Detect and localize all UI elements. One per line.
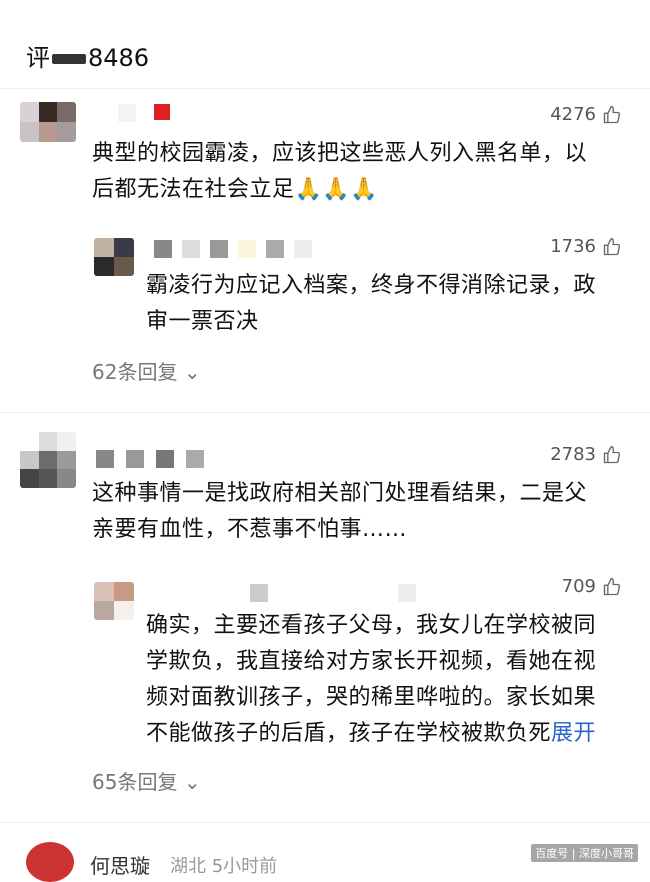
comment-text: 这种事情一是找政府相关部门处理看结果，二是父 亲要有血性，不惹事不怕事…… xyxy=(92,481,588,542)
like-count: 2783 xyxy=(550,444,596,465)
chevron-down-icon: ⌄ xyxy=(183,770,201,794)
username-blurred[interactable] xyxy=(250,584,416,602)
avatar[interactable] xyxy=(20,102,76,142)
comment-divider xyxy=(0,412,650,413)
view-replies-button[interactable]: 65条回复 ⌄ xyxy=(92,766,201,795)
chevron-down-icon: ⌄ xyxy=(183,360,201,384)
like-button[interactable]: 2783 xyxy=(550,444,622,465)
thumb-up-icon xyxy=(603,445,621,463)
watermark: 百度号 | 深度小哥哥 xyxy=(531,844,638,862)
like-count: 4276 xyxy=(550,104,596,125)
thumb-up-icon xyxy=(603,237,621,255)
like-button[interactable]: 1736 xyxy=(550,236,622,257)
thumb-up-icon xyxy=(603,105,621,123)
comments-count: 8486 xyxy=(88,44,150,72)
redaction-mark xyxy=(52,54,86,64)
avatar[interactable] xyxy=(20,432,76,488)
comment-divider xyxy=(0,822,650,823)
comment-text: 典型的校园霸凌，应该把这些恶人列入黑名单，以 后都无法在社会立足🙏🙏🙏 xyxy=(92,141,588,202)
expand-link[interactable]: 展开 xyxy=(551,721,596,746)
header-divider xyxy=(0,88,650,89)
like-count: 709 xyxy=(561,576,596,597)
reply-text: 霸凌行为应记入档案，终身不得消除记录，政 审一票否决 xyxy=(146,273,597,334)
like-count: 1736 xyxy=(550,236,596,257)
username-blurred[interactable] xyxy=(118,104,170,122)
username-blurred[interactable] xyxy=(154,240,312,258)
like-button[interactable]: 709 xyxy=(562,576,622,597)
avatar[interactable] xyxy=(94,582,134,620)
like-button[interactable]: 4276 xyxy=(550,104,622,125)
view-replies-button[interactable]: 62条回复 ⌄ xyxy=(92,356,201,385)
reply-text: 确实，主要还看孩子父母，我女儿在学校被同 学欺负，我直接给对方家长开视频，看她在… xyxy=(146,613,597,746)
comment-meta: 湖北 5小时前 xyxy=(170,856,278,877)
thumb-up-icon xyxy=(603,577,621,595)
username[interactable]: 何思璇 xyxy=(90,850,150,879)
avatar[interactable] xyxy=(94,238,134,276)
comments-title-prefix: 评 xyxy=(26,44,50,72)
username-blurred[interactable] xyxy=(96,450,204,468)
comments-header: 评 8486 xyxy=(26,38,149,73)
avatar[interactable] xyxy=(26,842,74,882)
